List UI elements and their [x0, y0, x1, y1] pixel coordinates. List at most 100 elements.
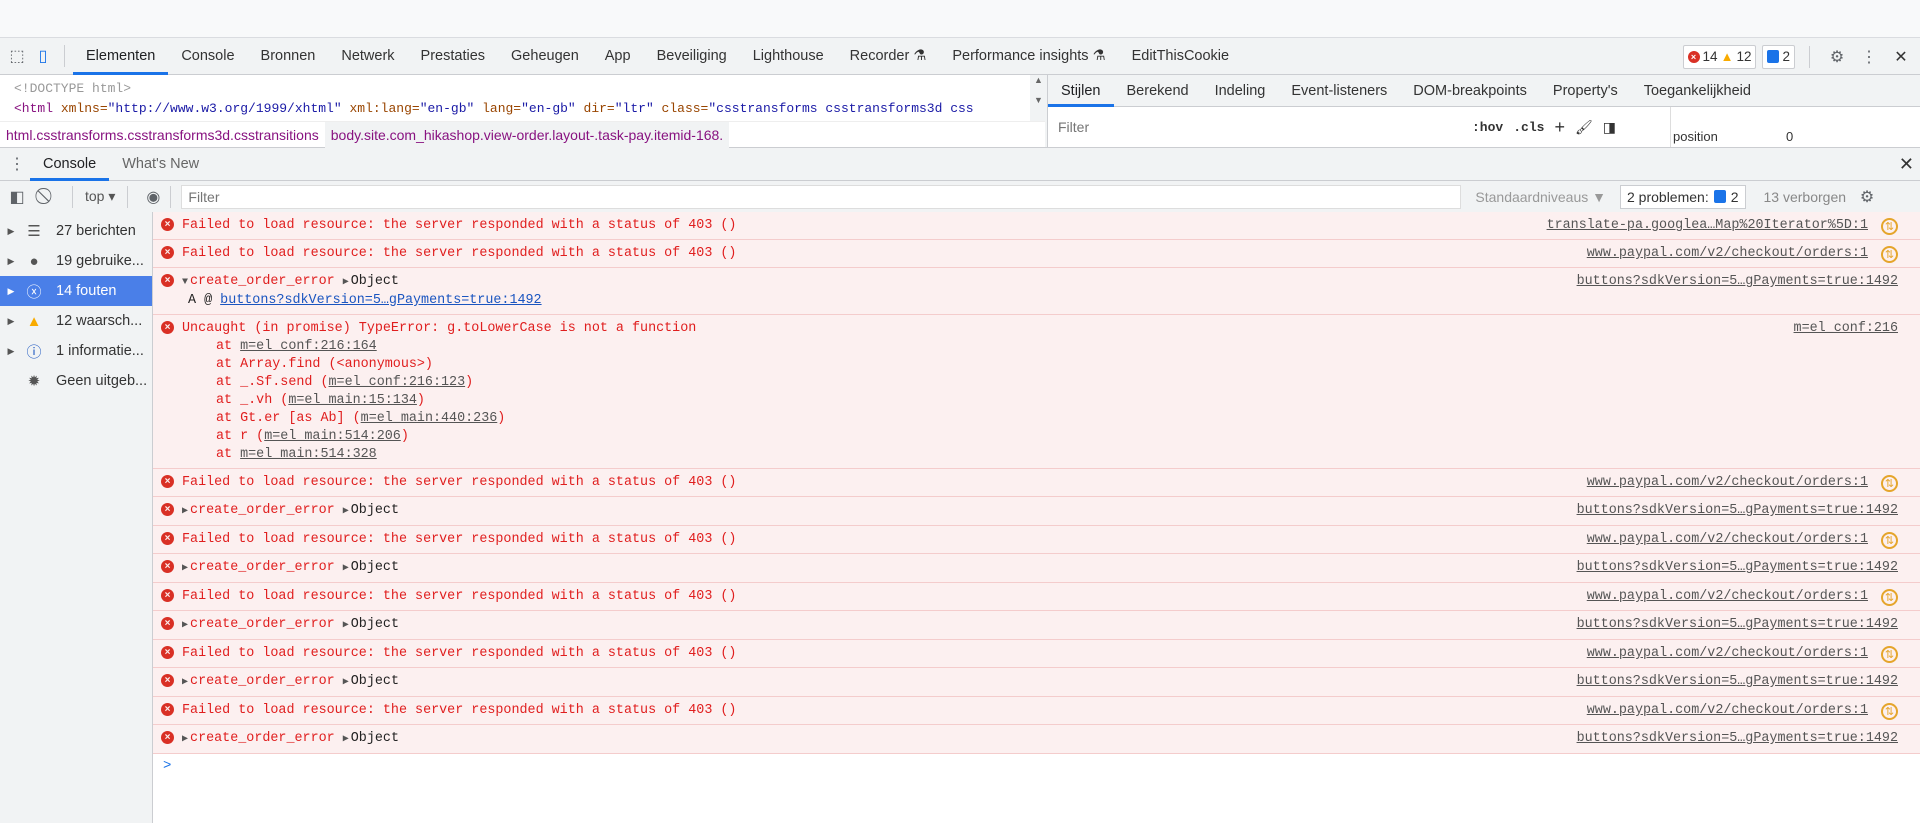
html-node[interactable]: <html xmlns="http://www.w3.org/1999/xhtm… — [14, 99, 1016, 119]
styles-filter-input[interactable] — [1052, 114, 1462, 140]
source-link[interactable]: buttons?sdkVersion=5…gPayments=true:1492 — [1577, 502, 1898, 520]
styles-tab-stijlen[interactable]: Stijlen — [1048, 75, 1114, 107]
hov-toggle[interactable]: :hov — [1472, 120, 1503, 135]
expand-triangle-icon[interactable]: ▶ — [182, 563, 188, 574]
console-filter-input[interactable] — [181, 184, 1462, 209]
breadcrumb-html[interactable]: html.csstransforms.csstransforms3d.csstr… — [0, 122, 325, 148]
object-preview[interactable]: Object — [351, 617, 399, 632]
tab-beveiliging[interactable]: Beveiliging — [644, 38, 740, 75]
expand-triangle-icon[interactable]: ▼ — [182, 277, 188, 288]
dom-tree[interactable]: <!DOCTYPE html> <html xmlns="http://www.… — [0, 75, 1030, 121]
drawer-menu-icon[interactable]: ⋮ — [4, 151, 30, 177]
console-prompt[interactable]: > — [153, 754, 1920, 778]
tab-console[interactable]: Console — [168, 38, 247, 75]
sidebar-item[interactable]: ✹ Geen uitgeb... — [0, 366, 152, 396]
clear-console-icon[interactable]: ⃠ — [34, 184, 60, 210]
network-request-icon[interactable]: ⇅ — [1881, 218, 1898, 235]
sidebar-item[interactable]: ▶ ⓧ 14 fouten — [0, 276, 152, 306]
styles-tab-toegankelijkheid[interactable]: Toegankelijkheid — [1631, 75, 1764, 107]
problems-button[interactable]: 2 problemen: 2 — [1620, 184, 1746, 209]
expand-triangle-icon[interactable]: ▶ — [182, 620, 188, 631]
source-link[interactable]: www.paypal.com/v2/checkout/orders:1 — [1587, 588, 1868, 606]
expand-triangle-icon[interactable]: ▶ — [182, 677, 188, 688]
styles-tab-event-listeners[interactable]: Event-listeners — [1278, 75, 1400, 107]
network-request-icon[interactable]: ⇅ — [1881, 589, 1898, 606]
source-link[interactable]: buttons?sdkVersion=5…gPayments=true:1492 — [1577, 559, 1898, 577]
tab-netwerk[interactable]: Netwerk — [328, 38, 407, 75]
source-link[interactable]: buttons?sdkVersion=5…gPayments=true:1492 — [1577, 730, 1898, 748]
expand-arrow-icon[interactable]: ▶ — [0, 286, 22, 297]
tab-bronnen[interactable]: Bronnen — [248, 38, 329, 75]
settings-gear-icon[interactable]: ⚙ — [1824, 44, 1850, 70]
cls-toggle[interactable]: .cls — [1513, 120, 1544, 135]
tab-geheugen[interactable]: Geheugen — [498, 38, 592, 75]
styles-tab-dom-breakpoints[interactable]: DOM-breakpoints — [1400, 75, 1540, 107]
drawer-tab-console[interactable]: Console — [30, 148, 110, 181]
drawer-tab-whats-new[interactable]: What's New — [109, 148, 212, 181]
sidebar-item[interactable]: ▶ ▲ 12 waarsch... — [0, 306, 152, 336]
stack-link[interactable]: m=el_conf:216:164 — [240, 339, 377, 354]
source-link[interactable]: www.paypal.com/v2/checkout/orders:1 — [1587, 645, 1868, 663]
stack-link[interactable]: m=el_conf:216:123 — [329, 375, 466, 390]
log-levels-dropdown[interactable]: Standaardniveaus ▼ — [1475, 189, 1606, 205]
expand-arrow-icon[interactable]: ▶ — [0, 316, 22, 327]
network-request-icon[interactable]: ⇅ — [1881, 532, 1898, 549]
stack-link[interactable]: m=el_main:440:236 — [361, 411, 498, 426]
styles-tab-indeling[interactable]: Indeling — [1202, 75, 1279, 107]
paint-brush-icon[interactable]: 🖌 — [1575, 119, 1593, 136]
tab-lighthouse[interactable]: Lighthouse — [740, 38, 837, 75]
source-link[interactable]: www.paypal.com/v2/checkout/orders:1 — [1587, 702, 1868, 720]
source-link[interactable]: www.paypal.com/v2/checkout/orders:1 — [1587, 245, 1868, 263]
source-link[interactable]: buttons?sdkVersion=5…gPayments=true:1492 — [1577, 616, 1898, 634]
expand-object-icon[interactable]: ▶ — [343, 506, 349, 517]
stack-link[interactable]: m=el_main:514:206 — [264, 429, 401, 444]
tab-editthiscookie[interactable]: EditThisCookie — [1119, 38, 1243, 75]
network-request-icon[interactable]: ⇅ — [1881, 475, 1898, 492]
expand-arrow-icon[interactable]: ▶ — [0, 256, 22, 267]
show-sidebar-icon[interactable]: ◧ — [4, 184, 30, 210]
source-link[interactable]: buttons?sdkVersion=5…gPayments=true:1492 — [1577, 273, 1898, 291]
tab-app[interactable]: App — [592, 38, 644, 75]
expand-object-icon[interactable]: ▶ — [343, 277, 349, 288]
object-preview[interactable]: Object — [351, 560, 399, 575]
network-request-icon[interactable]: ⇅ — [1881, 246, 1898, 263]
source-link[interactable]: www.paypal.com/v2/checkout/orders:1 — [1587, 531, 1868, 549]
tab-recorder[interactable]: Recorder ⚗ — [837, 38, 940, 75]
tab-performance-insights[interactable]: Performance insights ⚗ — [939, 38, 1118, 75]
expand-object-icon[interactable]: ▶ — [343, 734, 349, 745]
sidebar-item[interactable]: ▶ ☰ 27 berichten — [0, 216, 152, 246]
expand-arrow-icon[interactable]: ▶ — [0, 346, 22, 357]
styles-tab-berekend[interactable]: Berekend — [1114, 75, 1202, 107]
source-link[interactable]: translate-pa.googlea…Map%20Iterator%5D:1 — [1547, 217, 1868, 235]
context-selector[interactable]: top ▾ — [85, 188, 115, 205]
breadcrumb-body[interactable]: body.site.com_hikashop.view-order.layout… — [324, 121, 730, 148]
network-request-icon[interactable]: ⇅ — [1881, 703, 1898, 720]
sidebar-item[interactable]: ▶ ⓘ 1 informatie... — [0, 336, 152, 366]
tab-elementen[interactable]: Elementen — [73, 38, 169, 75]
close-devtools-icon[interactable]: ✕ — [1888, 44, 1914, 70]
network-request-icon[interactable]: ⇅ — [1881, 646, 1898, 663]
source-link[interactable]: m=el_conf:216 — [1794, 320, 1898, 338]
trace-link[interactable]: buttons?sdkVersion=5…gPayments=true:1492 — [220, 293, 541, 308]
object-preview[interactable]: Object — [351, 503, 399, 518]
expand-triangle-icon[interactable]: ▶ — [182, 506, 188, 517]
new-rule-icon[interactable]: + — [1554, 117, 1565, 138]
more-options-icon[interactable]: ⋮ — [1856, 44, 1882, 70]
expand-object-icon[interactable]: ▶ — [343, 563, 349, 574]
object-preview[interactable]: Object — [351, 274, 399, 289]
source-link[interactable]: buttons?sdkVersion=5…gPayments=true:1492 — [1577, 673, 1898, 691]
object-preview[interactable]: Object — [351, 674, 399, 689]
error-warning-counter[interactable]: × 14 ▲ 12 — [1682, 44, 1757, 69]
stack-link[interactable]: m=el_main:514:328 — [240, 447, 377, 462]
source-link[interactable]: www.paypal.com/v2/checkout/orders:1 — [1587, 474, 1868, 492]
styles-tab-property-s[interactable]: Property's — [1540, 75, 1631, 107]
inspect-element-icon[interactable]: ⬚ — [4, 43, 30, 69]
object-preview[interactable]: Object — [351, 731, 399, 746]
console-settings-icon[interactable]: ⚙ — [1854, 184, 1880, 210]
sidebar-item[interactable]: ▶ ● 19 gebruike... — [0, 246, 152, 276]
expand-triangle-icon[interactable]: ▶ — [182, 734, 188, 745]
expand-arrow-icon[interactable]: ▶ — [0, 226, 22, 237]
device-toolbar-icon[interactable]: ▯ — [30, 43, 56, 69]
tab-prestaties[interactable]: Prestaties — [408, 38, 498, 75]
live-expression-eye-icon[interactable]: ◉ — [140, 184, 166, 210]
